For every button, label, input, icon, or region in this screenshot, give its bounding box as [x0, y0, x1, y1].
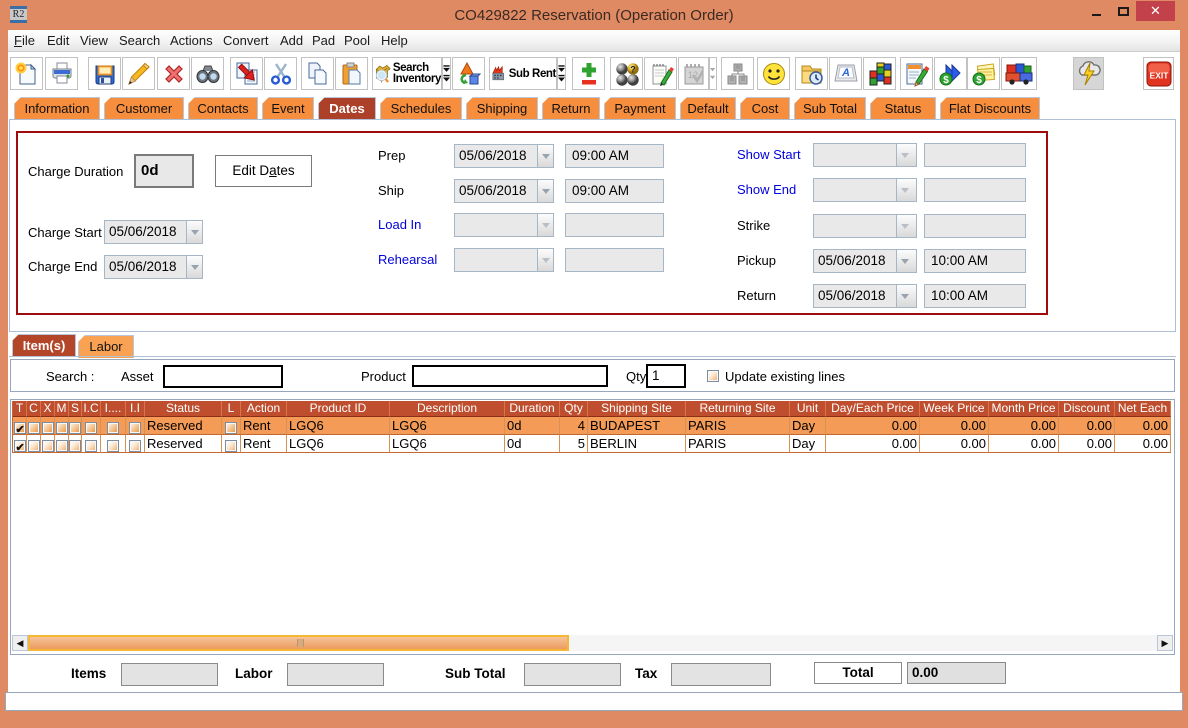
svg-text:$: $	[976, 75, 982, 86]
svg-text:?: ?	[630, 64, 636, 74]
svg-text:EXIT: EXIT	[1149, 70, 1169, 80]
svg-text:A: A	[841, 67, 850, 79]
svg-text:$: $	[943, 75, 949, 86]
